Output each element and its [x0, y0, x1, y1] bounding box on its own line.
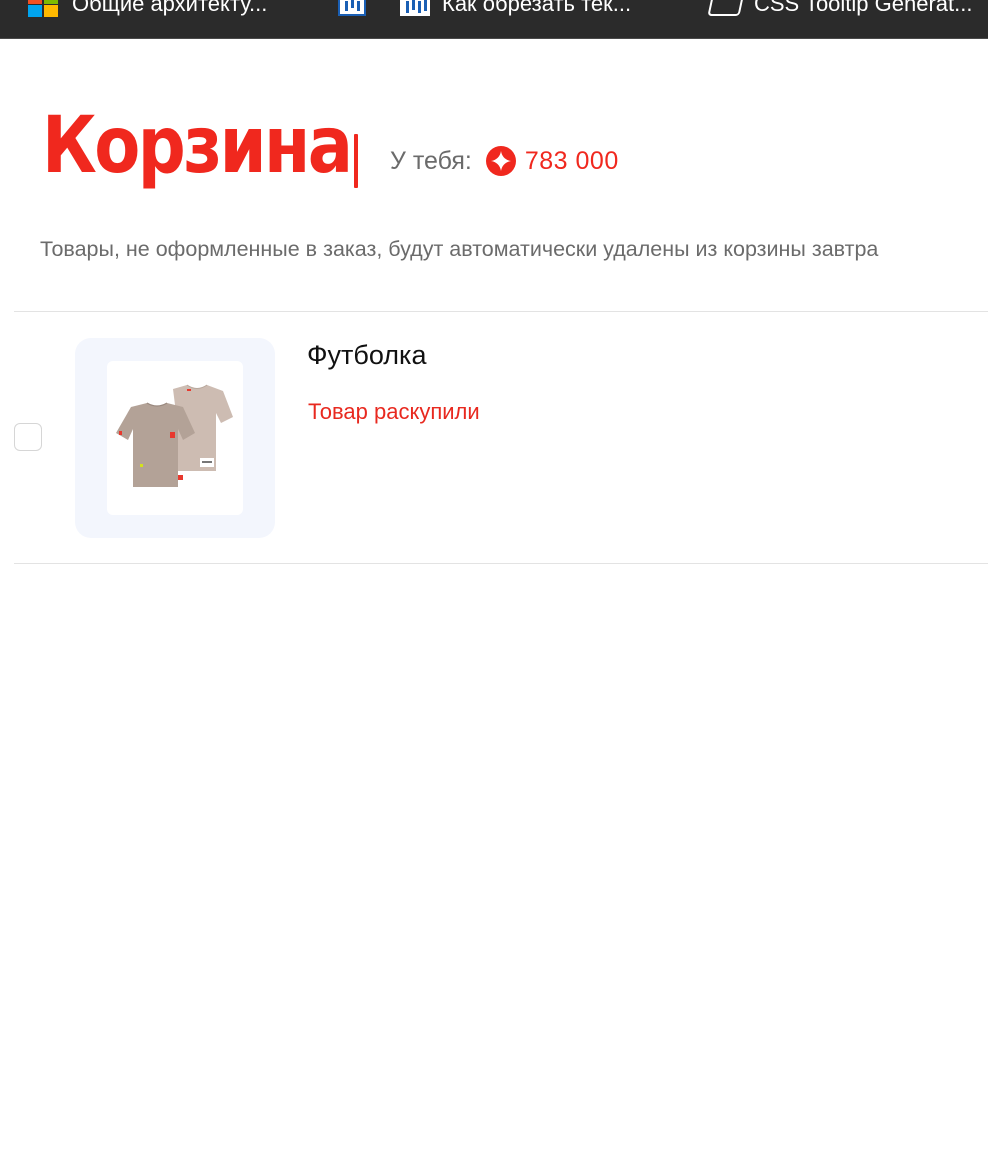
bookmark-item[interactable] [338, 0, 378, 22]
bookmark-item[interactable]: CSS Tooltip Generat... [707, 0, 973, 22]
bookmark-item[interactable]: Как обрезать тек... [400, 0, 631, 22]
product-status: Товар раскупили [308, 399, 480, 424]
microsoft-icon [28, 0, 60, 17]
bookmark-label: CSS Tooltip Generat... [754, 0, 973, 16]
css-icon [707, 0, 745, 16]
bookmark-item[interactable]: Общие архитекту... [28, 0, 267, 22]
item-checkbox[interactable] [14, 423, 42, 451]
balance-value: 783 000 [524, 146, 619, 175]
chart-icon [400, 0, 430, 16]
product-name[interactable]: Футболка [307, 338, 426, 372]
divider [14, 563, 988, 564]
chart-icon [338, 0, 366, 16]
page-title: Корзина [42, 101, 353, 191]
balance-label: У тебя: [390, 146, 472, 175]
bookmark-label: Как обрезать тек... [442, 0, 632, 16]
product-image [107, 361, 243, 515]
balance: У тебя: 783 000 [390, 143, 619, 179]
cart-item: Футболка Товар раскупили [0, 312, 988, 563]
coin-icon [485, 146, 516, 176]
cart-expiry-note: Товары, не оформленные в заказ, будут ав… [40, 237, 879, 261]
product-image-card[interactable] [75, 338, 275, 538]
title-divider [354, 134, 358, 188]
bookmark-label: Общие архитекту... [72, 0, 268, 16]
bookmarks-bar: Общие архитекту... Как обрезать тек... C… [0, 0, 988, 39]
